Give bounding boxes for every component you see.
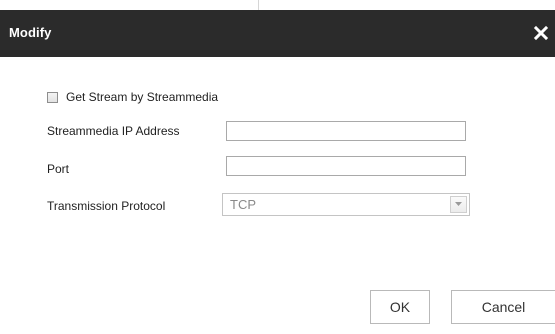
port-input[interactable]: [226, 156, 466, 176]
get-stream-checkbox[interactable]: [47, 92, 58, 103]
close-icon: [533, 25, 549, 41]
streammedia-ip-label: Streammedia IP Address: [47, 124, 180, 138]
chevron-down-icon: [455, 202, 462, 206]
dialog-title: Modify: [9, 25, 52, 40]
modify-dialog: Modify Get Stream by Streammedia Streamm…: [0, 0, 555, 334]
streammedia-ip-input[interactable]: [226, 121, 466, 141]
transmission-protocol-select[interactable]: TCP: [222, 193, 470, 216]
ok-button[interactable]: OK: [370, 290, 430, 324]
transmission-protocol-value: TCP: [230, 197, 256, 212]
close-button[interactable]: [531, 22, 551, 44]
port-label: Port: [47, 162, 70, 176]
dialog-titlebar: Modify: [0, 10, 555, 57]
cancel-button[interactable]: Cancel: [451, 290, 555, 324]
get-stream-checkbox-label[interactable]: Get Stream by Streammedia: [66, 90, 218, 104]
background-strip: [0, 0, 555, 10]
background-separator: [258, 0, 259, 10]
transmission-protocol-label: Transmission Protocol: [47, 199, 166, 213]
dropdown-arrow-button[interactable]: [450, 196, 467, 213]
